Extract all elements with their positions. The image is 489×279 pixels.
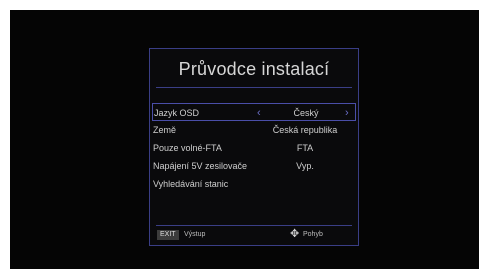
exit-key-badge: EXIT (157, 230, 179, 240)
panel-title: Průvodce instalací (178, 59, 330, 79)
exit-hint-label: Výstup (184, 231, 206, 238)
row-label: Pouze volné-FTA (153, 143, 222, 153)
row-country[interactable]: Země Česká republika (152, 121, 356, 139)
dpad-move-icon: ✥ (290, 228, 300, 240)
row-value: Česká republika (272, 125, 338, 135)
row-label: Země (153, 125, 177, 135)
installation-wizard-panel: Průvodce instalací Jazyk OSD ‹ Český › Z… (149, 48, 359, 246)
tv-screen: Průvodce instalací Jazyk OSD ‹ Český › Z… (10, 10, 479, 269)
row-value: Vyp. (296, 161, 314, 171)
footer-divider (156, 225, 352, 226)
move-hint-label: Pohyb (303, 231, 323, 238)
row-osd-language[interactable]: Jazyk OSD ‹ Český › (152, 103, 356, 121)
row-label: Jazyk OSD (154, 108, 200, 118)
row-label: Vyhledávání stanic (153, 179, 229, 189)
row-fta-only[interactable]: Pouze volné-FTA FTA (152, 139, 356, 157)
row-channel-search[interactable]: Vyhledávání stanic (152, 175, 356, 193)
chevron-left-icon[interactable]: ‹ (257, 104, 261, 122)
settings-list: Jazyk OSD ‹ Český › Země Česká republika… (152, 103, 356, 193)
row-value: FTA (296, 143, 314, 153)
row-lnb-power[interactable]: Napájení 5V zesilovače Vyp. (152, 157, 356, 175)
row-value: Český (293, 108, 319, 118)
footer-hints: EXIT Výstup ✥ Pohyb (150, 228, 358, 243)
row-label: Napájení 5V zesilovače (153, 161, 248, 171)
chevron-right-icon[interactable]: › (345, 104, 349, 122)
title-divider (156, 87, 352, 88)
